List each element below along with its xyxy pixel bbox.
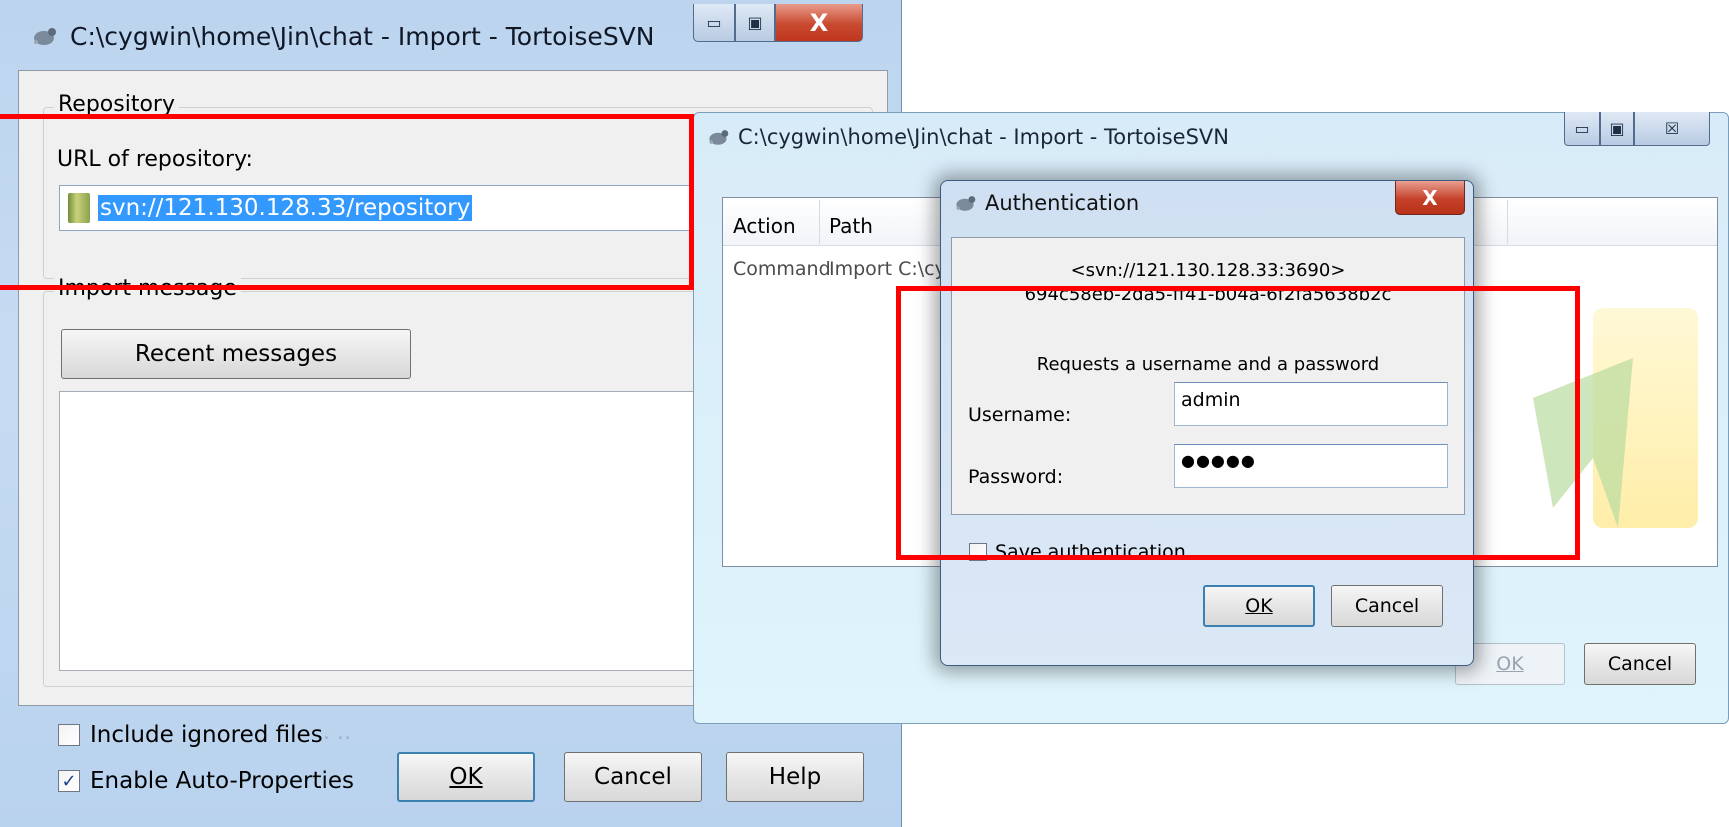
save-auth-label: Save authentication	[995, 541, 1186, 563]
include-ignored-box[interactable]	[58, 724, 80, 746]
auth-ok-button[interactable]: OK	[1203, 585, 1315, 627]
include-ignored-label: Include ignored files	[90, 722, 323, 748]
save-auth-checkbox[interactable]: Save authentication	[969, 541, 1186, 563]
import-window-titlebar: C:\cygwin\home\Jin\chat - Import - Torto…	[30, 14, 655, 58]
include-ignored-checkbox[interactable]: Include ignored files	[58, 722, 323, 748]
auto-properties-box[interactable]: ✓	[58, 770, 80, 792]
password-label: Password:	[968, 466, 1064, 488]
close-button[interactable]: X	[775, 4, 863, 42]
auth-cancel-button[interactable]: Cancel	[1331, 585, 1443, 627]
column-path[interactable]: Path	[829, 214, 873, 238]
import-window-title: C:\cygwin\home\Jin\chat - Import - Torto…	[70, 21, 655, 51]
progress-window-controls: ▭ ▣ ☒	[1564, 112, 1710, 146]
recent-messages-button[interactable]: Recent messages	[61, 329, 411, 379]
close-button[interactable]: X	[1395, 181, 1465, 215]
column-action[interactable]: Action	[733, 214, 796, 238]
realm-line-2: 694c58eb-2da5-ff41-b04a-6f2fa5638b2c	[1024, 284, 1392, 305]
progress-ok-label: OK	[1496, 653, 1524, 675]
column-separator[interactable]	[819, 200, 820, 244]
auto-properties-checkbox[interactable]: ✓ Enable Auto-Properties	[58, 768, 354, 794]
import-message-group-title: Import message	[54, 276, 241, 301]
save-auth-box[interactable]	[969, 543, 987, 561]
repository-folder-icon	[68, 193, 90, 223]
ok-button-label: OK	[449, 764, 483, 790]
progress-cancel-button[interactable]: Cancel	[1584, 643, 1696, 685]
tortoisesvn-icon	[30, 22, 58, 50]
request-text: Requests a username and a password	[1036, 354, 1380, 375]
tortoisesvn-icon	[953, 191, 977, 215]
url-input[interactable]: svn://121.130.128.33/repository	[98, 195, 473, 221]
cancel-button[interactable]: Cancel	[564, 752, 702, 802]
auth-title: Authentication	[985, 191, 1140, 215]
auth-titlebar: Authentication	[953, 191, 1139, 215]
close-button[interactable]: ☒	[1634, 112, 1710, 146]
tortoisesvn-icon	[706, 125, 730, 149]
auth-panel: <svn://121.130.128.33:3690> 694c58eb-2da…	[951, 237, 1465, 515]
svn-arrow-icon	[1533, 358, 1633, 528]
realm-line-1: <svn://121.130.128.33:3690>	[1070, 260, 1346, 281]
help-button[interactable]: Help	[726, 752, 864, 802]
auth-ok-label: OK	[1245, 595, 1273, 617]
url-combobox[interactable]: svn://121.130.128.33/repository	[59, 185, 759, 231]
import-message-textarea[interactable]	[59, 391, 779, 671]
minimize-button[interactable]: ▭	[1564, 112, 1600, 146]
row-action[interactable]: Command	[733, 258, 831, 280]
progress-window-title: C:\cygwin\home\Jin\chat - Import - Torto…	[738, 125, 1229, 149]
ok-button[interactable]: OK	[397, 752, 535, 802]
username-label: Username:	[968, 404, 1072, 426]
maximize-button[interactable]: ▣	[735, 4, 775, 42]
row-path[interactable]: Import C:\cyg	[829, 258, 958, 280]
auto-properties-label: Enable Auto-Properties	[90, 768, 355, 794]
progress-window-titlebar: C:\cygwin\home\Jin\chat - Import - Torto…	[706, 125, 1229, 149]
password-field[interactable]: ●●●●●	[1174, 444, 1448, 488]
authentication-dialog: Authentication X <svn://121.130.128.33:3…	[940, 180, 1474, 666]
maximize-button[interactable]: ▣	[1600, 112, 1634, 146]
minimize-button[interactable]: ▭	[693, 4, 735, 42]
url-label: URL of repository:	[57, 147, 253, 172]
repository-group-title: Repository	[54, 92, 179, 117]
import-window-controls: ▭ ▣ X	[693, 4, 863, 42]
column-separator[interactable]	[1507, 200, 1508, 244]
username-field[interactable]: admin	[1174, 382, 1448, 426]
